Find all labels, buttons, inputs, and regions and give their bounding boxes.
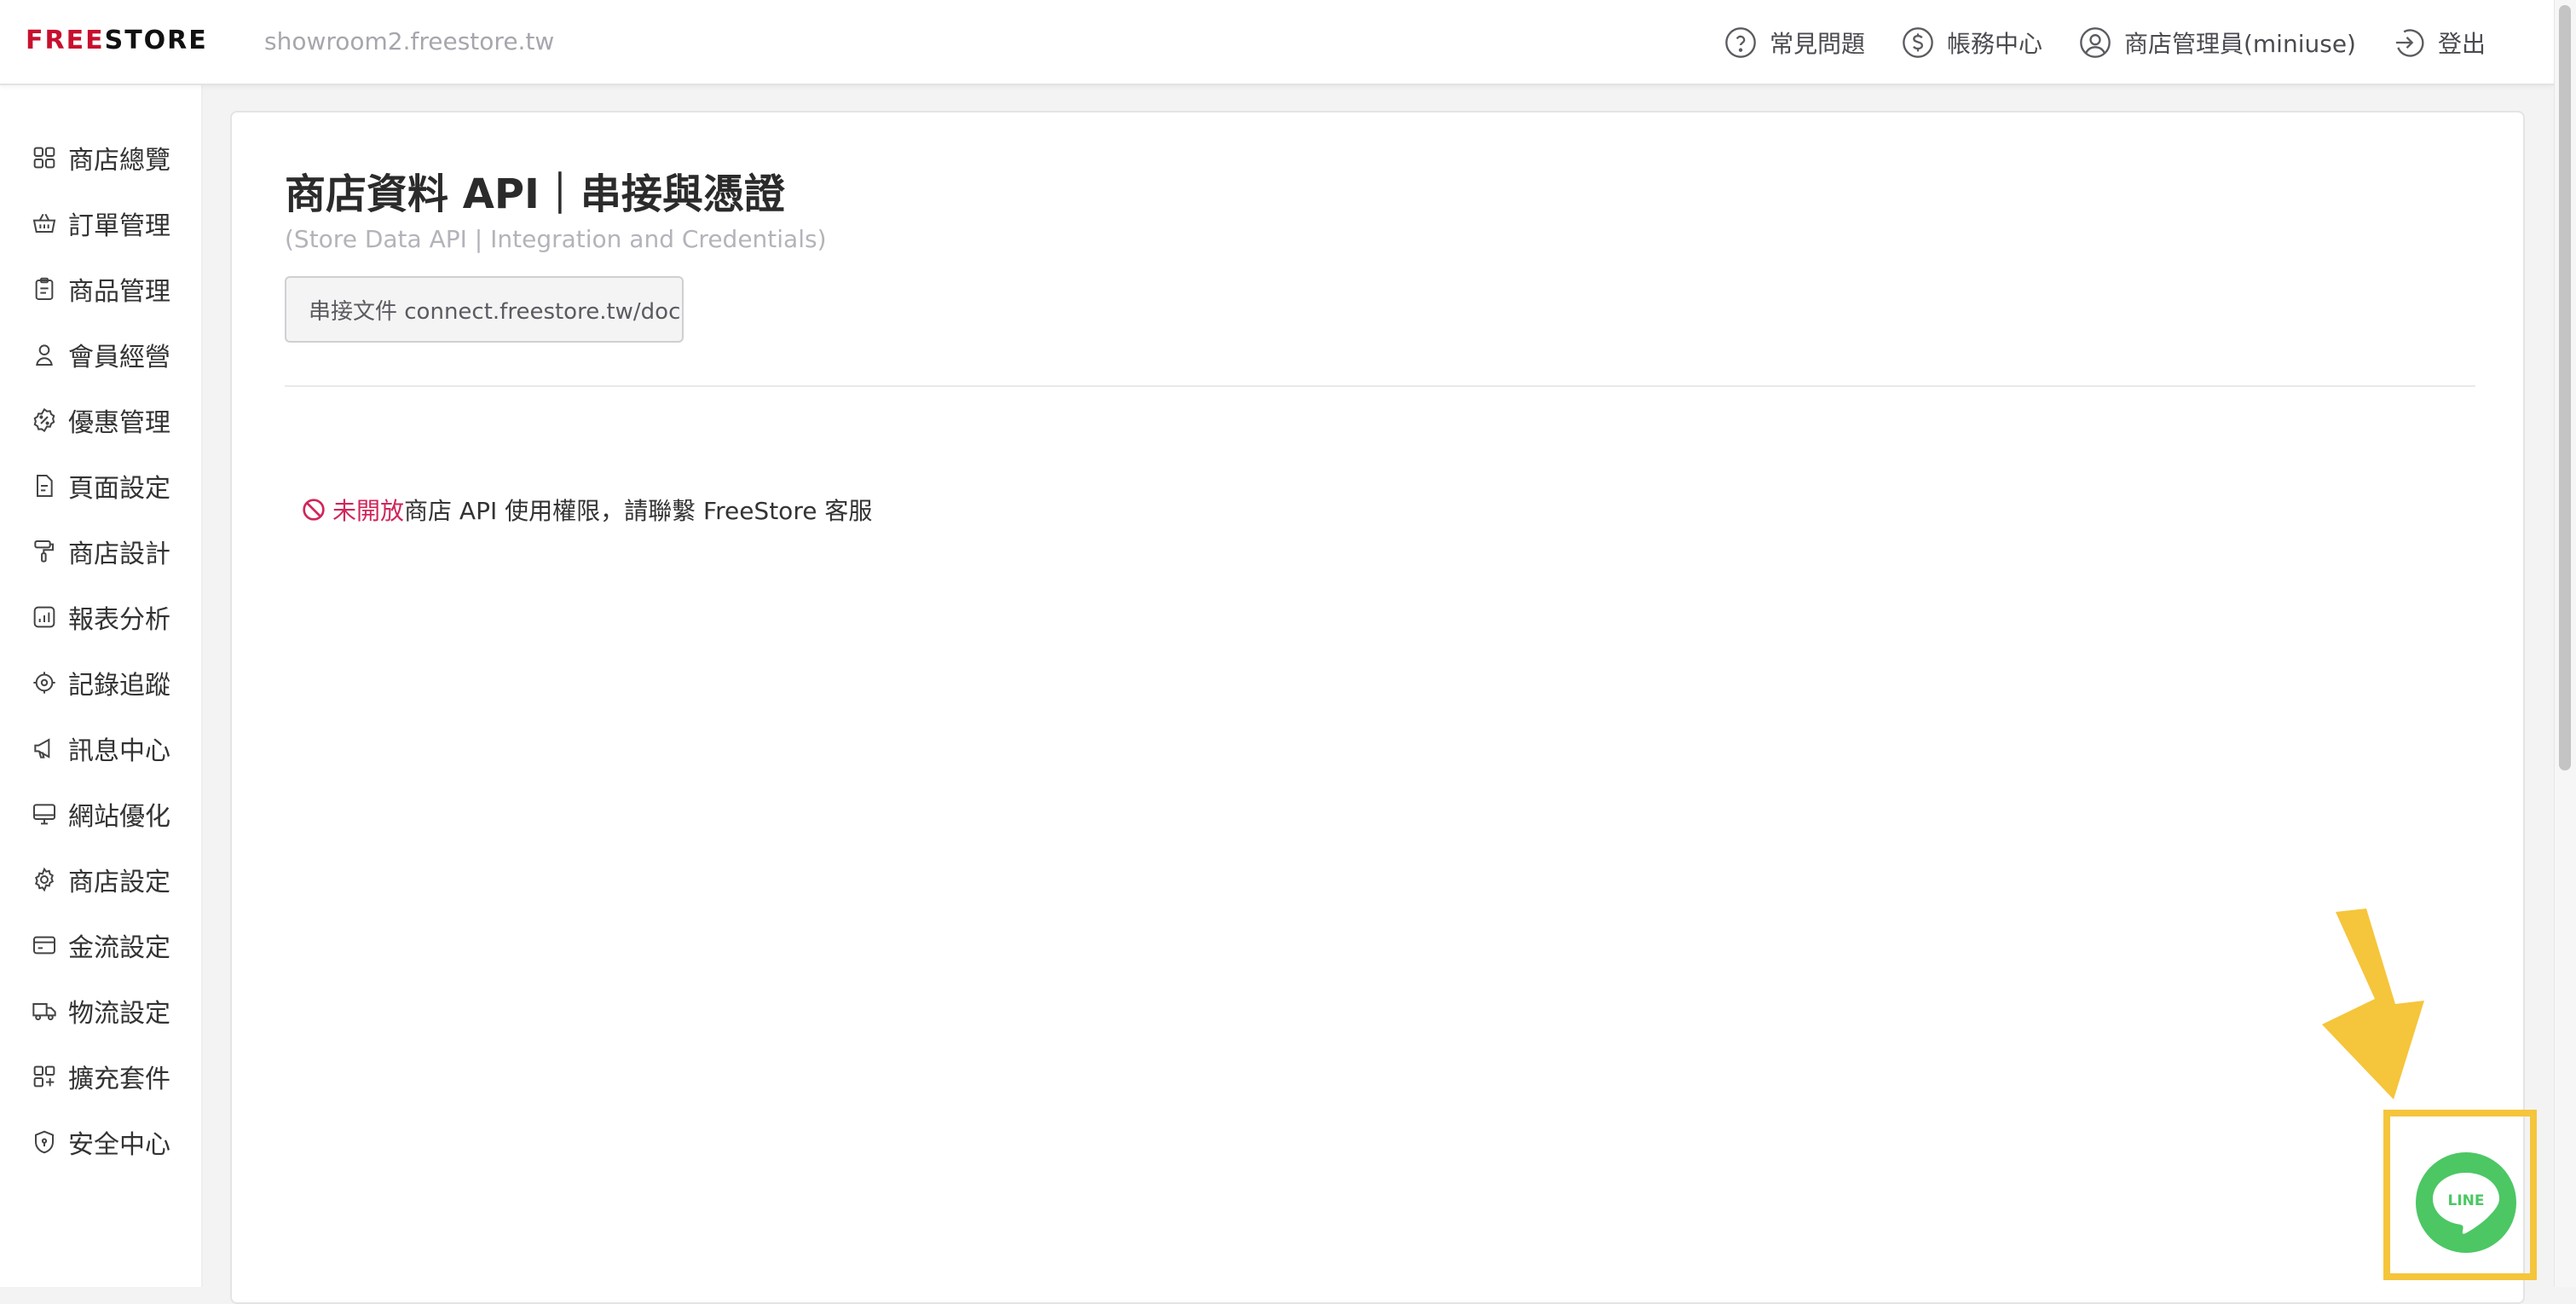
freestore-logo[interactable]: FREESTORE xyxy=(26,26,208,55)
grid-icon xyxy=(33,147,55,168)
integration-doc-button[interactable]: 串接文件 connect.freestore.tw/doc xyxy=(285,276,684,343)
sidebar-item-label: 物流設定 xyxy=(68,998,170,1029)
sidebar-item-logistics[interactable]: 物流設定 xyxy=(0,978,201,1043)
sidebar-item-seo[interactable]: 網站優化 xyxy=(0,781,201,846)
question-circle-icon xyxy=(1725,27,1756,58)
sidebar-item-label: 商店設定 xyxy=(68,867,170,897)
logo-free: FREE xyxy=(26,26,105,55)
sidebar-item-label: 報表分析 xyxy=(68,604,170,635)
prohibited-icon xyxy=(303,499,325,521)
truck-icon xyxy=(32,1002,56,1020)
logo-store: STORE xyxy=(104,26,208,55)
apps-add-icon xyxy=(33,1065,55,1087)
basket-icon xyxy=(32,213,56,233)
faq-link[interactable]: 常見問題 xyxy=(1724,26,1865,60)
store-domain[interactable]: showroom2.freestore.tw xyxy=(264,27,554,55)
sidebar-item-pages[interactable]: 頁面設定 xyxy=(0,453,201,518)
sidebar-item-reports[interactable]: 報表分析 xyxy=(0,584,201,649)
sidebar-item-label: 會員經營 xyxy=(68,342,170,372)
sidebar-item-store-settings[interactable]: 商店設定 xyxy=(0,846,201,912)
sidebar-item-label: 安全中心 xyxy=(68,1129,170,1160)
credit-card-icon xyxy=(33,936,55,954)
page-subtitle: (Store Data API | Integration and Creden… xyxy=(285,225,827,253)
account-label: 商店管理員(miniuse) xyxy=(2123,30,2356,58)
section-divider xyxy=(285,385,2475,387)
sidebar-item-label: 記錄追蹤 xyxy=(68,670,170,701)
page-title: 商店資料 API｜串接與憑證 xyxy=(285,170,785,218)
page-icon xyxy=(37,474,53,497)
logout-label: 登出 xyxy=(2437,30,2486,58)
sidebar-item-security[interactable]: 安全中心 xyxy=(0,1109,201,1174)
sidebar-item-label: 網站優化 xyxy=(68,801,170,832)
sidebar-item-label: 擴充套件 xyxy=(68,1064,170,1094)
logout-icon xyxy=(2395,29,2424,57)
logout-link[interactable]: 登出 xyxy=(2392,26,2486,60)
notice-status: 未開放 xyxy=(332,497,405,525)
sidebar-item-label: 優惠管理 xyxy=(68,407,170,438)
api-access-notice: 未開放 商店 API 使用權限，請聯繫 FreeStore 客服 xyxy=(300,493,872,527)
gear-icon xyxy=(35,867,54,891)
shield-icon xyxy=(35,1130,54,1153)
monitor-icon xyxy=(33,803,55,824)
sidebar-item-label: 商店設計 xyxy=(68,539,170,569)
sidebar-item-tracking[interactable]: 記錄追蹤 xyxy=(0,649,201,715)
arrow-annotation-icon xyxy=(2322,909,2424,1099)
sidebar-item-messages[interactable]: 訊息中心 xyxy=(0,715,201,781)
sidebar-item-extensions[interactable]: 擴充套件 xyxy=(0,1043,201,1109)
billing-label: 帳務中心 xyxy=(1946,30,2042,58)
sidebar-item-label: 訊息中心 xyxy=(68,736,170,766)
sidebar-item-members[interactable]: 會員經營 xyxy=(0,321,201,387)
discount-badge-icon xyxy=(33,407,55,432)
chart-icon xyxy=(33,606,55,627)
paint-roller-icon xyxy=(34,539,54,563)
sidebar-item-label: 頁面設定 xyxy=(68,473,170,504)
sidebar-item-design[interactable]: 商店設計 xyxy=(0,518,201,584)
dollar-circle-icon xyxy=(1903,27,1933,58)
line-chat-button[interactable]: LINE xyxy=(2416,1152,2516,1253)
sidebar-item-promotions[interactable]: 優惠管理 xyxy=(0,387,201,453)
scrollbar-thumb[interactable] xyxy=(2559,5,2571,770)
sidebar-item-label: 商品管理 xyxy=(68,276,170,307)
clipboard-icon xyxy=(35,277,54,300)
target-icon xyxy=(33,671,55,694)
sidebar-item-payment[interactable]: 金流設定 xyxy=(0,912,201,978)
user-icon xyxy=(36,343,53,366)
sidebar-item-overview[interactable]: 商店總覽 xyxy=(0,124,201,190)
sidebar-item-label: 金流設定 xyxy=(68,932,170,963)
line-label: LINE xyxy=(2448,1192,2485,1209)
sidebar-item-orders[interactable]: 訂單管理 xyxy=(0,190,201,256)
user-circle-icon xyxy=(2080,27,2111,58)
notice-text: 商店 API 使用權限，請聯繫 FreeStore 客服 xyxy=(404,497,873,525)
megaphone-icon xyxy=(34,737,50,759)
top-bar: FREESTORE showroom2.freestore.tw 常見問題 帳務… xyxy=(0,0,2554,85)
faq-label: 常見問題 xyxy=(1769,30,1865,58)
line-chat-icon: LINE xyxy=(2433,1173,2499,1234)
sidebar: 商店總覽 訂單管理 商品管理 會員經營 優惠管理 頁面設定 商店設計 報表分析 … xyxy=(0,85,203,1287)
sidebar-item-label: 訂單管理 xyxy=(68,211,170,241)
content-card: 商店資料 API｜串接與憑證 (Store Data API | Integra… xyxy=(230,111,2525,1304)
sidebar-item-label: 商店總覽 xyxy=(68,145,170,176)
sidebar-item-products[interactable]: 商品管理 xyxy=(0,256,201,321)
account-link[interactable]: 商店管理員(miniuse) xyxy=(2078,26,2356,60)
top-nav: 常見問題 帳務中心 商店管理員(miniuse) 登出 xyxy=(1724,19,2486,66)
billing-link[interactable]: 帳務中心 xyxy=(1901,26,2042,60)
